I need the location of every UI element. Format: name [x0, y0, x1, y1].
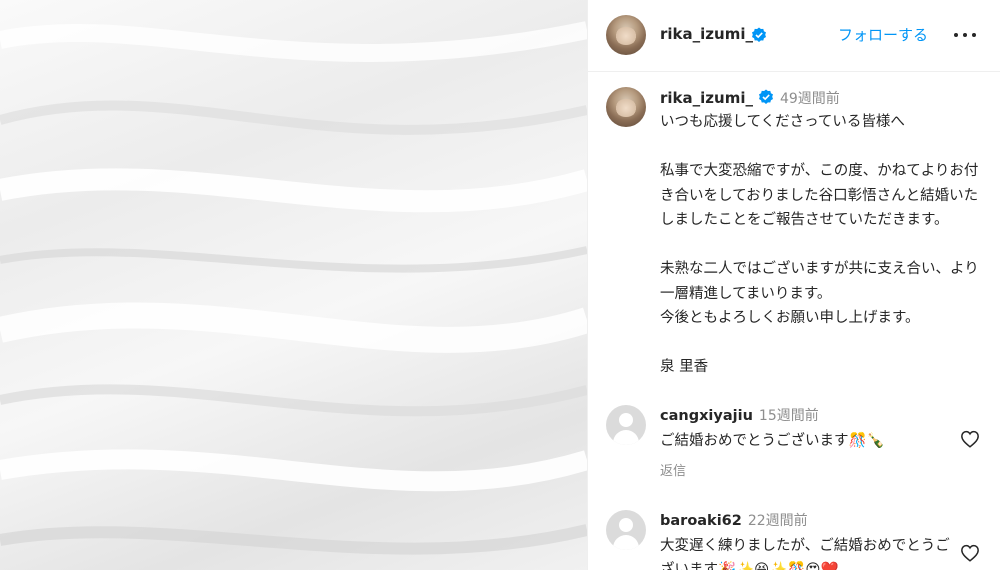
fabric-folds	[0, 21, 587, 555]
verified-badge-icon	[758, 89, 773, 104]
more-options-icon[interactable]	[952, 24, 978, 46]
comment-timestamp[interactable]: 22週間前	[748, 513, 808, 529]
reply-button[interactable]: 返信	[660, 460, 686, 479]
comment-meta: cangxiyajiu 15週間前	[660, 405, 819, 425]
comment-text: 大変遅く練りましたが、ご結婚おめでとうございます🎉✨😆✨🎊😍❤️	[660, 538, 950, 570]
author-avatar[interactable]	[606, 15, 646, 55]
commenter-username[interactable]: cangxiyajiu	[660, 408, 753, 424]
commenter-avatar[interactable]	[606, 405, 646, 445]
verified-badge-icon	[752, 27, 766, 42]
comment-timestamp[interactable]: 15週間前	[759, 408, 819, 424]
follow-button[interactable]: フォローする	[838, 24, 928, 45]
post-image	[0, 0, 587, 570]
comment-text: ご結婚おめでとうございます🎊🍾	[660, 433, 885, 449]
comment-meta: baroaki62 22週間前	[660, 510, 808, 530]
caption-text: いつも応援してくださっている皆様へ 私事で大変恐縮ですが、この度、かねてよりお付…	[660, 114, 979, 375]
caption-author-avatar[interactable]	[606, 87, 646, 127]
post-side-panel: rika_izumi_ フォローする rika_izumi_ 49週間前 いつも…	[587, 0, 1000, 570]
caption-meta: rika_izumi_ 49週間前	[660, 88, 840, 108]
caption-timestamp[interactable]: 49週間前	[780, 91, 840, 107]
heart-icon[interactable]	[960, 430, 980, 448]
commenter-avatar[interactable]	[606, 510, 646, 550]
author-username[interactable]: rika_izumi_	[660, 25, 753, 43]
heart-icon[interactable]	[960, 544, 980, 562]
post-header: rika_izumi_ フォローする	[588, 0, 1000, 72]
caption-username[interactable]: rika_izumi_	[660, 89, 753, 107]
commenter-username[interactable]: baroaki62	[660, 513, 742, 529]
